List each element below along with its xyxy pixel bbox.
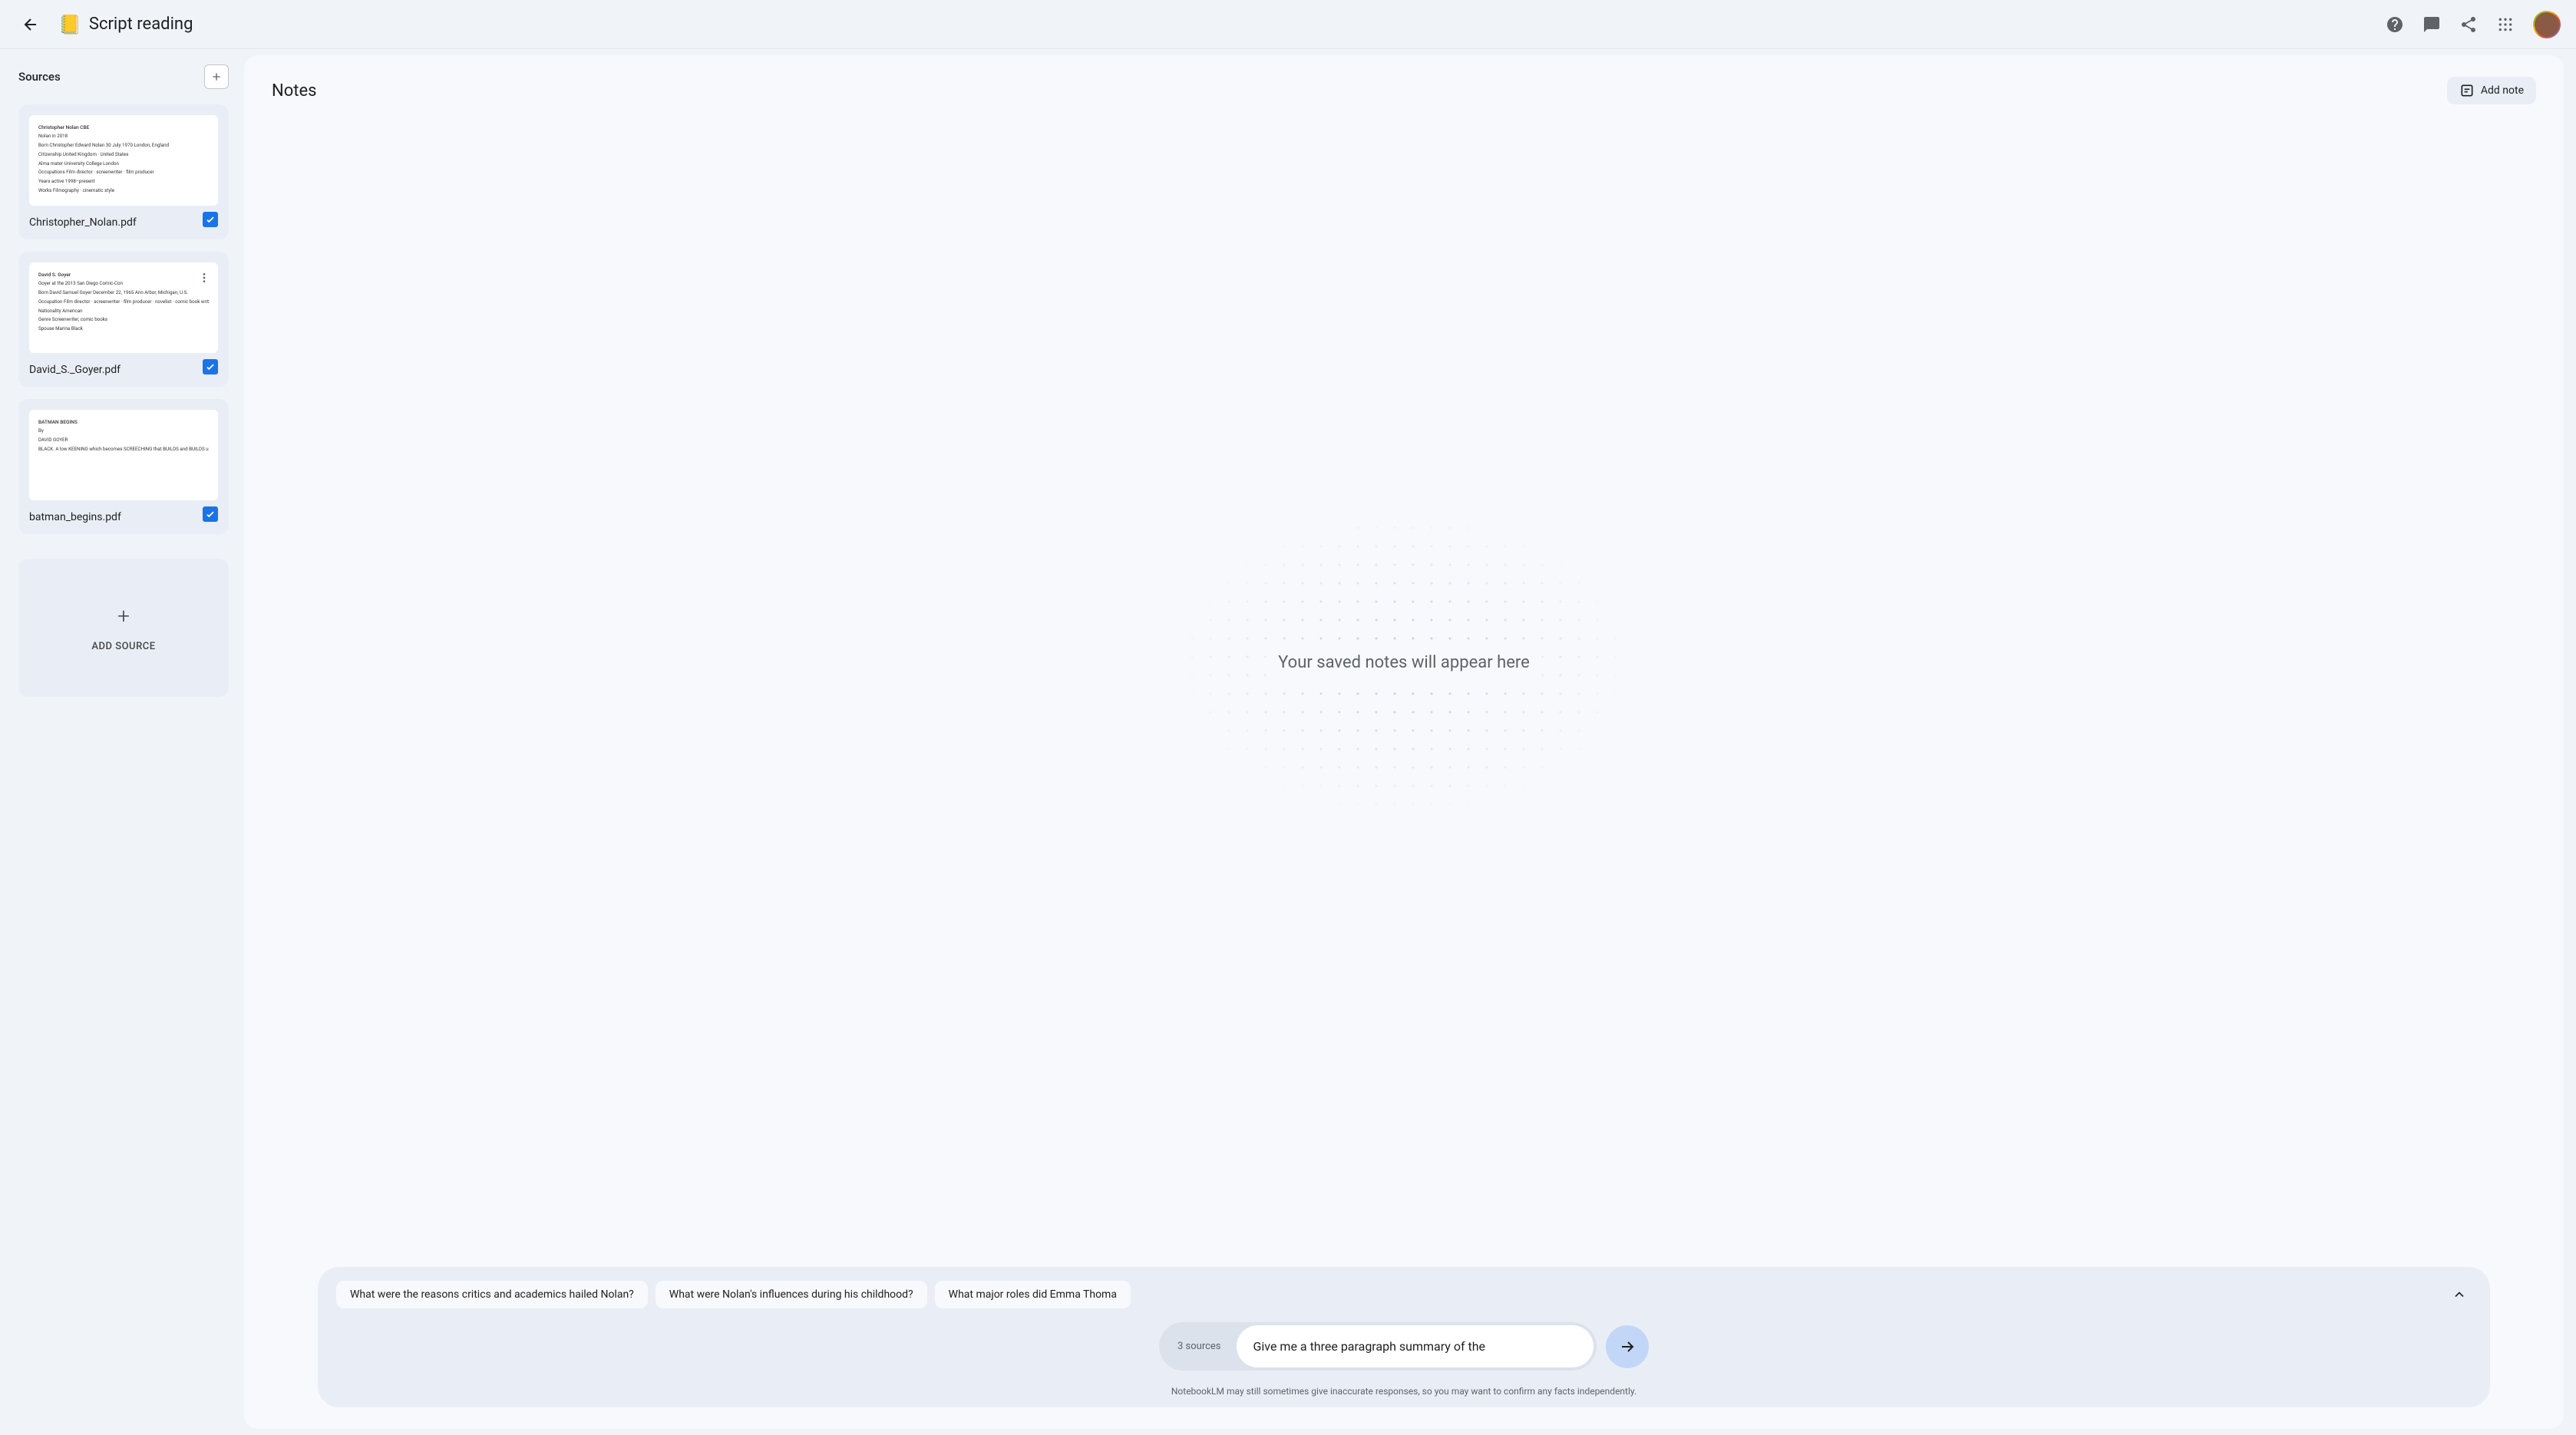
- help-button[interactable]: [2379, 9, 2410, 40]
- note-add-icon: [2459, 83, 2475, 98]
- preview-line: David S. Goyer: [38, 270, 209, 279]
- source-checkbox[interactable]: [203, 212, 218, 227]
- chat-icon: [2422, 15, 2441, 34]
- back-button[interactable]: [15, 9, 46, 40]
- send-button[interactable]: [1606, 1325, 1649, 1368]
- suggestion-chip[interactable]: What were Nolan's influences during his …: [656, 1281, 927, 1308]
- check-icon: [205, 214, 216, 225]
- apps-button[interactable]: [2490, 9, 2521, 40]
- sidebar: Sources Christopher Nolan CBENolan in 20…: [0, 49, 238, 1435]
- preview-line: BATMAN BEGINS: [38, 417, 209, 427]
- empty-state: Your saved notes will appear here: [272, 120, 2536, 1267]
- avatar[interactable]: [2533, 11, 2561, 38]
- source-preview: Christopher Nolan CBENolan in 2018Born C…: [29, 115, 218, 206]
- share-button[interactable]: [2453, 9, 2484, 40]
- avatar-image: [2535, 12, 2559, 37]
- preview-line: Born David Samuel Goyer December 22, 196…: [38, 289, 209, 298]
- input-row: 3 sources: [336, 1322, 2472, 1371]
- disclaimer-text: NotebookLM may still sometimes give inac…: [336, 1386, 2472, 1397]
- source-more-button[interactable]: [195, 269, 213, 287]
- preview-line: Occupations Film director · screenwriter…: [38, 168, 209, 177]
- preview-line: Alma mater University College London: [38, 160, 209, 169]
- notes-title: Notes: [272, 81, 316, 101]
- preview-line: Genre Screenwriter, comic books: [38, 315, 209, 325]
- source-checkbox[interactable]: [203, 506, 218, 522]
- add-source-icon-button[interactable]: [204, 64, 229, 89]
- header: 📒 Script reading: [0, 0, 2576, 49]
- source-card[interactable]: Christopher Nolan CBENolan in 2018Born C…: [18, 104, 229, 239]
- preview-line: DAVID GOYER: [38, 436, 209, 445]
- preview-line: Born Christopher Edward Nolan 30 July 19…: [38, 141, 209, 150]
- suggestions-row: What were the reasons critics and academ…: [336, 1281, 2472, 1308]
- add-note-label: Add note: [2481, 84, 2524, 97]
- more-vert-icon: [198, 272, 210, 284]
- sources-header: Sources: [18, 64, 229, 89]
- notes-header: Notes Add note: [272, 77, 2536, 104]
- source-card[interactable]: David S. GoyerGoyer at the 2013 San Dieg…: [18, 252, 229, 387]
- preview-line: Goyer at the 2013 San Diego Comic-Con: [38, 279, 209, 289]
- source-name: David_S._Goyer.pdf: [29, 364, 218, 376]
- check-icon: [205, 509, 216, 520]
- chat-input-area: What were the reasons critics and academ…: [318, 1267, 2490, 1407]
- notebook-icon: 📒: [58, 14, 81, 35]
- input-container: 3 sources: [1159, 1322, 1597, 1371]
- main: Sources Christopher Nolan CBENolan in 20…: [0, 49, 2576, 1435]
- preview-line: By: [38, 427, 209, 436]
- check-icon: [205, 361, 216, 372]
- expand-suggestions-button[interactable]: [2447, 1282, 2472, 1307]
- preview-line: Nolan in 2018: [38, 132, 209, 141]
- source-name: batman_begins.pdf: [29, 511, 218, 523]
- preview-line: Occupation Film director · screenwriter …: [38, 298, 209, 307]
- plus-icon: +: [117, 603, 130, 628]
- source-name: Christopher_Nolan.pdf: [29, 216, 218, 229]
- suggestion-chip[interactable]: What major roles did Emma Thoma: [935, 1281, 1131, 1308]
- add-note-button[interactable]: Add note: [2447, 77, 2536, 104]
- suggestion-chip[interactable]: What were the reasons critics and academ…: [336, 1281, 648, 1308]
- preview-line: Spouse Marina Black: [38, 325, 209, 334]
- preview-line: Citizenship United Kingdom · United Stat…: [38, 150, 209, 160]
- share-icon: [2459, 15, 2478, 34]
- plus-box-icon: [210, 71, 223, 83]
- arrow-right-icon: [1618, 1338, 1636, 1356]
- source-preview: David S. GoyerGoyer at the 2013 San Dieg…: [29, 262, 218, 353]
- source-preview: BATMAN BEGINSByDAVID GOYERBLACK. A low K…: [29, 410, 218, 500]
- feedback-button[interactable]: [2416, 9, 2447, 40]
- apps-icon: [2498, 17, 2513, 32]
- chevron-up-icon: [2452, 1287, 2467, 1302]
- add-source-label: ADD SOURCE: [91, 641, 155, 652]
- notes-panel: Notes Add note Your saved notes will app…: [244, 55, 2564, 1429]
- source-checkbox[interactable]: [203, 359, 218, 374]
- preview-line: BLACK. A low KEENING which becomes SCREE…: [38, 445, 209, 454]
- preview-line: Works Filmography · cinematic style: [38, 186, 209, 196]
- chat-input[interactable]: [1237, 1325, 1593, 1367]
- empty-state-text: Your saved notes will appear here: [1266, 648, 1542, 677]
- sources-count: 3 sources: [1162, 1341, 1237, 1352]
- preview-line: Christopher Nolan CBE: [38, 123, 209, 132]
- preview-line: Years active 1998–present: [38, 177, 209, 186]
- sources-title: Sources: [18, 70, 61, 84]
- add-source-card[interactable]: + ADD SOURCE: [18, 559, 229, 697]
- content: Notes Add note Your saved notes will app…: [238, 49, 2576, 1435]
- arrow-back-icon: [21, 15, 40, 34]
- page-title: Script reading: [89, 15, 193, 34]
- source-card[interactable]: BATMAN BEGINSByDAVID GOYERBLACK. A low K…: [18, 399, 229, 534]
- preview-line: Nationality American: [38, 307, 209, 316]
- help-icon: [2386, 15, 2404, 34]
